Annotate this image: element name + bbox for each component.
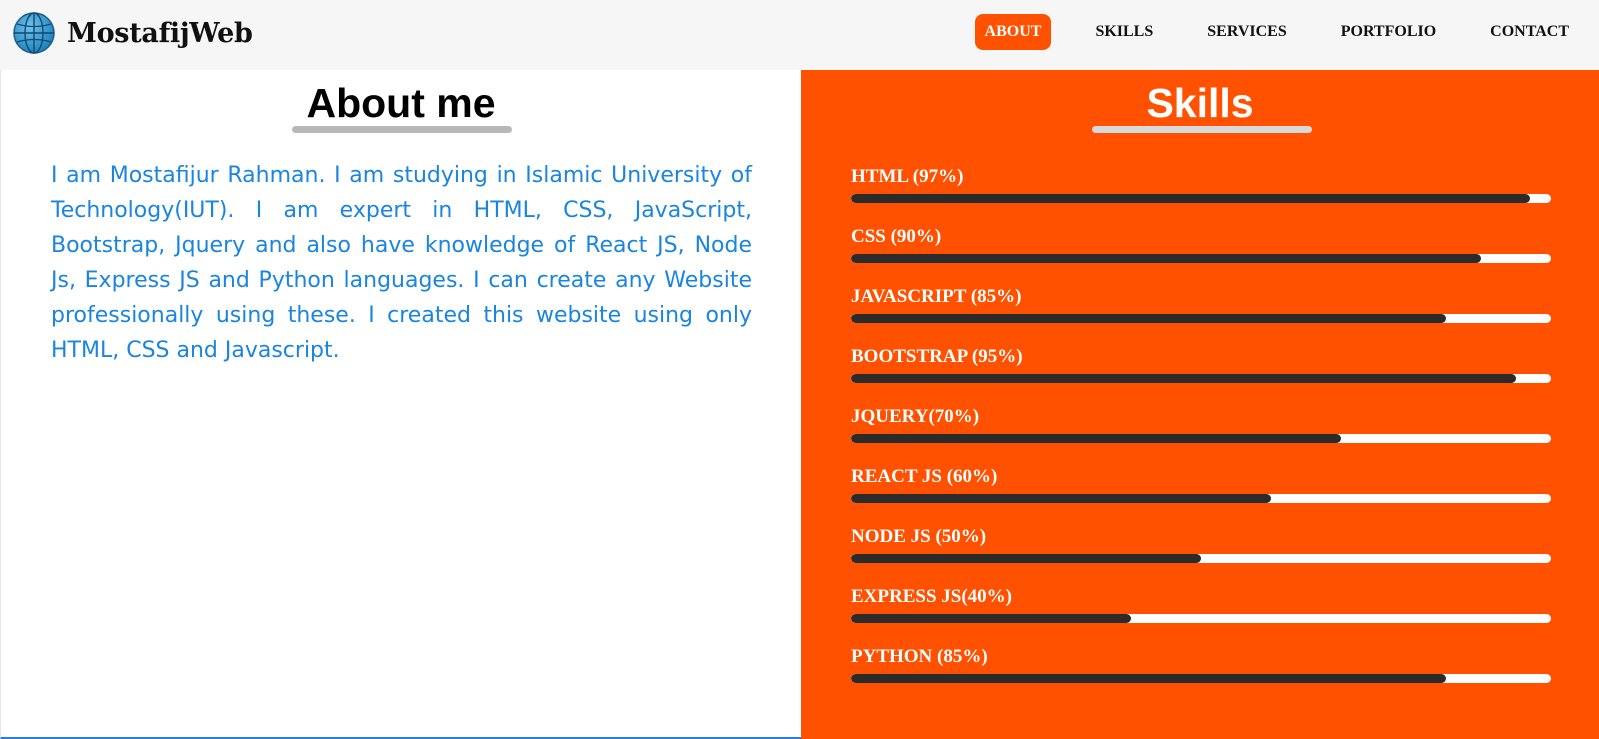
skill-label: PYTHON (85%) (851, 646, 988, 667)
skill-progress-fill (851, 674, 1446, 683)
skill-label: JQUERY(70%) (851, 406, 980, 427)
skill-progress-track (851, 614, 1551, 623)
globe-icon (13, 12, 55, 54)
skill-progress-track (851, 314, 1551, 323)
skill-progress-fill (851, 194, 1530, 203)
skills-title-underline (1092, 126, 1312, 133)
about-section: About me I am Mostafijur Rahman. I am st… (0, 70, 801, 739)
about-title-underline (292, 126, 512, 133)
skill-progress-fill (851, 554, 1201, 563)
skill-progress-fill (851, 494, 1271, 503)
skill-progress-track (851, 674, 1551, 683)
skills-title: Skills (1146, 80, 1254, 126)
skill-item: NODE JS (50%) (851, 526, 1551, 586)
skills-section: Skills HTML (97%) CSS (90%) JAVASCRIPT (… (801, 70, 1599, 739)
skill-progress-fill (851, 434, 1341, 443)
nav-link-about[interactable]: ABOUT (974, 14, 1052, 50)
skill-progress-track (851, 494, 1551, 503)
skill-label: EXPRESS JS(40%) (851, 586, 1012, 607)
nav-link-skills[interactable]: SKILLS (1085, 14, 1163, 50)
about-paragraph: I am Mostafijur Rahman. I am studying in… (51, 163, 752, 363)
brand-name: MostafijWeb (67, 17, 253, 49)
skill-label: BOOTSTRAP (95%) (851, 346, 1023, 367)
skill-item: JQUERY(70%) (851, 406, 1551, 466)
nav-link-services[interactable]: SERVICES (1197, 14, 1296, 50)
skill-progress-track (851, 254, 1551, 263)
skill-label: HTML (97%) (851, 166, 964, 187)
skill-item: CSS (90%) (851, 226, 1551, 286)
skill-progress-track (851, 554, 1551, 563)
skill-progress-fill (851, 314, 1446, 323)
skill-progress-fill (851, 614, 1131, 623)
skill-item: EXPRESS JS(40%) (851, 586, 1551, 646)
nav-links: ABOUT SKILLS SERVICES PORTFOLIO CONTACT (941, 14, 1579, 50)
brand-logo[interactable]: MostafijWeb (12, 10, 253, 56)
skill-progress-track (851, 434, 1551, 443)
skill-progress-fill (851, 374, 1516, 383)
skill-progress-track (851, 374, 1551, 383)
about-title: About me (306, 80, 496, 126)
skill-progress-fill (851, 254, 1481, 263)
skill-item: REACT JS (60%) (851, 466, 1551, 526)
skill-item: BOOTSTRAP (95%) (851, 346, 1551, 406)
skill-label: JAVASCRIPT (85%) (851, 286, 1022, 307)
skill-item: PYTHON (85%) (851, 646, 1551, 706)
skill-label: REACT JS (60%) (851, 466, 998, 487)
nav-link-portfolio[interactable]: PORTFOLIO (1331, 14, 1446, 50)
skill-item: JAVASCRIPT (85%) (851, 286, 1551, 346)
skill-label: CSS (90%) (851, 226, 942, 247)
skill-item: HTML (97%) (851, 166, 1551, 226)
skill-progress-track (851, 194, 1551, 203)
skill-label: NODE JS (50%) (851, 526, 987, 547)
navbar: MostafijWeb ABOUT SKILLS SERVICES PORTFO… (0, 0, 1599, 71)
skill-list: HTML (97%) CSS (90%) JAVASCRIPT (85%) BO… (851, 166, 1551, 706)
nav-link-contact[interactable]: CONTACT (1480, 14, 1579, 50)
